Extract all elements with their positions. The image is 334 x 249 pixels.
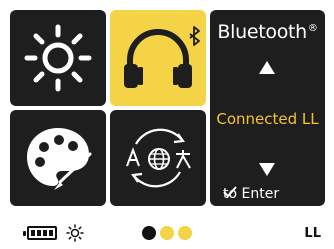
registered-mark: ® xyxy=(307,22,318,34)
connection-status: Connected LL xyxy=(216,110,319,128)
sun-small-icon xyxy=(66,224,84,242)
battery-full-icon xyxy=(23,226,57,240)
user-label: LL xyxy=(304,226,321,241)
triangle-up-icon[interactable] xyxy=(259,61,275,74)
sun-icon xyxy=(24,24,92,92)
audio-tile[interactable] xyxy=(110,10,206,106)
language-globe-icon xyxy=(126,128,191,188)
language-tile[interactable] xyxy=(110,110,206,206)
palette-icon xyxy=(27,128,92,190)
bluetooth-panel: Bluetooth® Connected LL to Enter xyxy=(210,10,325,206)
brightness-tile[interactable] xyxy=(10,10,106,106)
checkmark-icon xyxy=(223,186,237,198)
page-indicator xyxy=(142,226,192,240)
page-dot xyxy=(178,226,192,240)
page-dot-active xyxy=(142,226,156,240)
bluetooth-icon xyxy=(189,26,200,46)
enter-hint: to Enter xyxy=(223,186,279,202)
device-screen: Bluetooth® Connected LL to Enter LL xyxy=(0,0,334,249)
theme-tile[interactable] xyxy=(10,110,106,206)
panel-title: Bluetooth® xyxy=(217,21,318,43)
triangle-down-icon[interactable] xyxy=(259,163,275,176)
page-dot xyxy=(160,226,174,240)
